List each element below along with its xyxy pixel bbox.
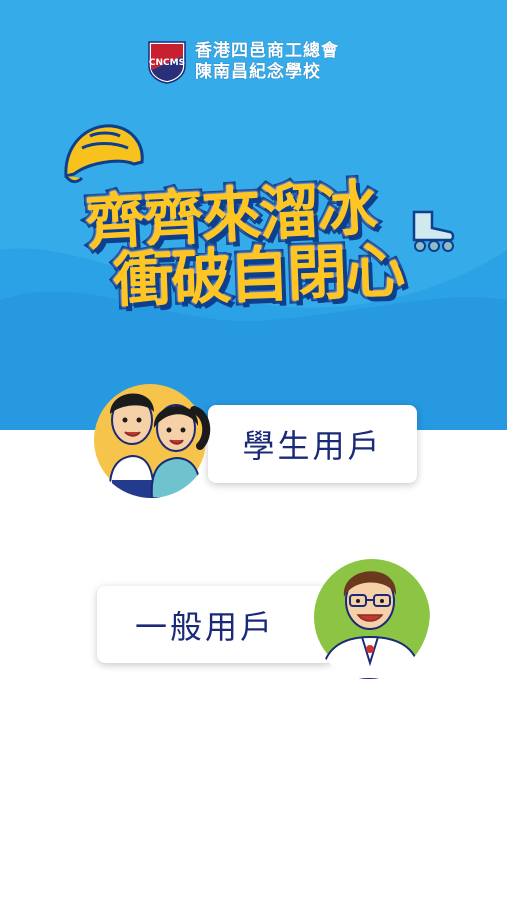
teacher-avatar[interactable]: [308, 545, 430, 679]
school-name-line2: 陳南昌紀念學校: [195, 62, 321, 82]
school-crest-icon: CNCMS: [148, 41, 186, 84]
student-user-label: 學生用戶: [242, 427, 383, 465]
student-user-button[interactable]: 學生用戶: [208, 405, 417, 483]
students-avatar[interactable]: [90, 370, 212, 498]
school-name-line1: 香港四邑商工總會: [195, 41, 339, 61]
title-line-2: 衝破自閉心: [109, 233, 407, 319]
hero-banner: CNCMS 香港四邑商工總會 陳南昌紀念學校 齊齊來溜冰 衝破自閉心: [0, 0, 507, 430]
roller-skate-icon: [412, 210, 455, 252]
general-user-label: 一般用戶: [135, 607, 276, 646]
general-user-button[interactable]: 一般用戶: [97, 586, 333, 663]
school-header: CNCMS 香港四邑商工總會 陳南昌紀念學校: [147, 40, 339, 84]
crest-letters: CNCMS: [149, 58, 185, 68]
